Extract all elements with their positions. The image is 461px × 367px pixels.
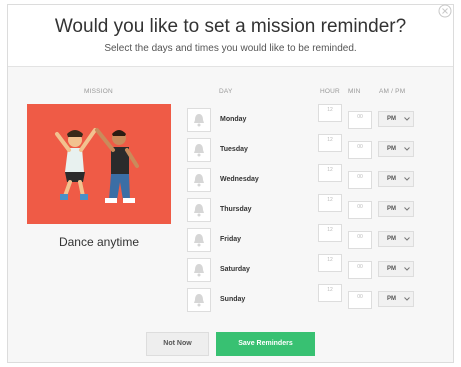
ampm-value: PM xyxy=(387,236,396,242)
reminder-row-thursday: Thursday 12 00 PM xyxy=(0,194,461,224)
ampm-select[interactable]: PM xyxy=(378,171,414,187)
column-header-hour: HOUR xyxy=(320,88,340,95)
minute-input[interactable]: 00 xyxy=(348,291,372,309)
reminder-row-sunday: Sunday 12 00 PM xyxy=(0,284,461,314)
ampm-select[interactable]: PM xyxy=(378,291,414,307)
hour-input[interactable]: 12 xyxy=(318,104,342,122)
reminder-row-saturday: Saturday 12 00 PM xyxy=(0,254,461,284)
reminder-row-tuesday: Tuesday 12 00 PM xyxy=(0,134,461,164)
dialog-header: Would you like to set a mission reminder… xyxy=(7,6,454,66)
day-label: Thursday xyxy=(220,206,252,213)
chevron-down-icon xyxy=(404,297,410,301)
chevron-down-icon xyxy=(404,177,410,181)
column-header-ampm: AM / PM xyxy=(379,88,406,95)
ampm-select[interactable]: PM xyxy=(378,141,414,157)
chevron-down-icon xyxy=(404,147,410,151)
ampm-value: PM xyxy=(387,176,396,182)
chevron-down-icon xyxy=(404,117,410,121)
minute-input[interactable]: 00 xyxy=(348,261,372,279)
chevron-down-icon xyxy=(404,207,410,211)
minute-input[interactable]: 00 xyxy=(348,171,372,189)
bell-icon xyxy=(194,264,204,277)
reminder-row-friday: Friday 12 00 PM xyxy=(0,224,461,254)
day-label: Friday xyxy=(220,236,242,243)
ampm-value: PM xyxy=(387,146,396,152)
chevron-down-icon xyxy=(404,267,410,271)
day-label: Wednesday xyxy=(220,176,259,183)
hour-input[interactable]: 12 xyxy=(318,164,342,182)
save-reminders-button[interactable]: Save Reminders xyxy=(216,332,315,356)
chevron-down-icon xyxy=(404,237,410,241)
bell-icon xyxy=(194,144,204,157)
column-header-mission: MISSION xyxy=(84,88,113,95)
column-header-day: DAY xyxy=(219,88,233,95)
reminder-row-wednesday: Wednesday 12 00 PM xyxy=(0,164,461,194)
bell-icon xyxy=(194,294,204,307)
day-label: Saturday xyxy=(220,266,250,273)
ampm-select[interactable]: PM xyxy=(378,231,414,247)
minute-input[interactable]: 00 xyxy=(348,141,372,159)
bell-icon xyxy=(194,114,204,127)
bell-icon xyxy=(194,174,204,187)
reminder-row-monday: Monday 12 00 PM xyxy=(0,104,461,134)
bell-icon xyxy=(194,234,204,247)
day-label: Monday xyxy=(220,116,247,123)
ampm-select[interactable]: PM xyxy=(378,261,414,277)
day-toggle-friday[interactable] xyxy=(187,228,211,252)
hour-input[interactable]: 12 xyxy=(318,284,342,302)
minute-input[interactable]: 00 xyxy=(348,231,372,249)
bell-icon xyxy=(194,204,204,217)
ampm-value: PM xyxy=(387,266,396,272)
day-toggle-sunday[interactable] xyxy=(187,288,211,312)
not-now-button[interactable]: Not Now xyxy=(146,332,209,356)
day-toggle-saturday[interactable] xyxy=(187,258,211,282)
dialog-title: Would you like to set a mission reminder… xyxy=(54,16,407,37)
hour-input[interactable]: 12 xyxy=(318,134,342,152)
day-toggle-tuesday[interactable] xyxy=(187,138,211,162)
day-toggle-wednesday[interactable] xyxy=(187,168,211,192)
day-toggle-monday[interactable] xyxy=(187,108,211,132)
ampm-value: PM xyxy=(387,206,396,212)
hour-input[interactable]: 12 xyxy=(318,194,342,212)
ampm-value: PM xyxy=(387,296,396,302)
minute-input[interactable]: 00 xyxy=(348,111,372,129)
ampm-value: PM xyxy=(387,116,396,122)
column-header-min: MIN xyxy=(348,88,361,95)
day-label: Sunday xyxy=(220,296,246,303)
day-toggle-thursday[interactable] xyxy=(187,198,211,222)
minute-input[interactable]: 00 xyxy=(348,201,372,219)
day-label: Tuesday xyxy=(220,146,248,153)
ampm-select[interactable]: PM xyxy=(378,201,414,217)
dialog-subtitle: Select the days and times you would like… xyxy=(104,43,357,54)
hour-input[interactable]: 12 xyxy=(318,254,342,272)
ampm-select[interactable]: PM xyxy=(378,111,414,127)
hour-input[interactable]: 12 xyxy=(318,224,342,242)
